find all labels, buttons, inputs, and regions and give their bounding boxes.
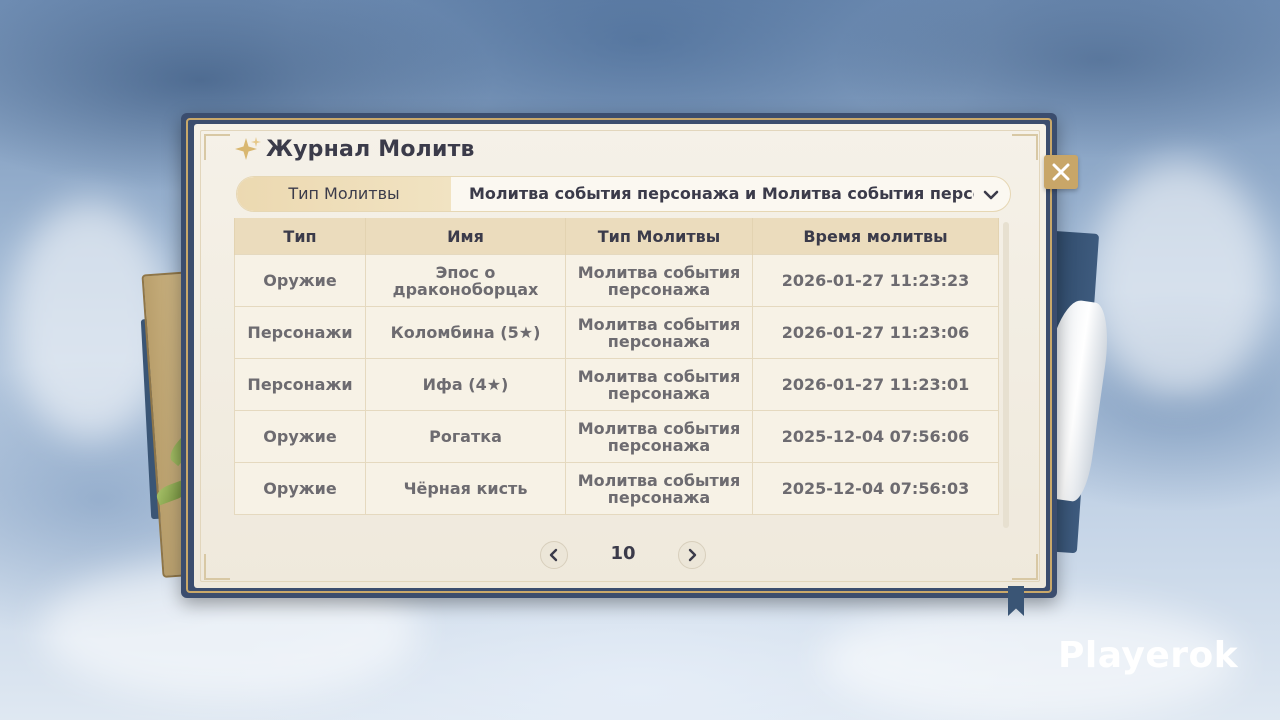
wish-history-table: Тип Имя Тип Молитвы Время молитвы Оружие…: [234, 218, 999, 515]
filter-selected-value[interactable]: Молитва события персонажа и Молитва собы…: [469, 177, 974, 211]
corner-ornament: [204, 554, 230, 580]
close-button[interactable]: [1044, 155, 1078, 189]
cell-time: 2025-12-04 07:56:06: [752, 410, 999, 463]
table-row: Оружие Чёрная кисть Молитва события перс…: [234, 462, 999, 515]
corner-ornament: [1012, 554, 1038, 580]
page-title: Журнал Молитв: [266, 137, 475, 162]
cell-type: Оружие: [234, 462, 366, 515]
chevron-right-icon: [688, 548, 697, 562]
close-icon: [1052, 163, 1070, 181]
chevron-left-icon: [549, 548, 558, 562]
corner-ornament: [1012, 134, 1038, 160]
cell-wish-type: Молитва события персонажа: [565, 410, 753, 463]
column-header-wish-type: Тип Молитвы: [565, 218, 753, 255]
cell-wish-type: Молитва события персонажа: [565, 358, 753, 411]
next-page-button[interactable]: [678, 541, 706, 569]
cell-name: Эпос о драконоборцах: [365, 254, 566, 307]
table-row: Персонажи Ифа (4★) Молитва события персо…: [234, 358, 999, 411]
sparkle-icon: [235, 137, 261, 160]
cell-name: Ифа (4★): [365, 358, 566, 411]
cell-wish-type: Молитва события персонажа: [565, 306, 753, 359]
cell-type: Персонажи: [234, 306, 366, 359]
column-header-time: Время молитвы: [752, 218, 999, 255]
table-scrollbar[interactable]: [1003, 222, 1009, 528]
wish-type-filter[interactable]: Тип Молитвы Молитва события персонажа и …: [236, 176, 1011, 212]
cell-name: Коломбина (5★): [365, 306, 566, 359]
cell-time: 2026-01-27 11:23:01: [752, 358, 999, 411]
page-number: 10: [610, 543, 636, 564]
cell-type: Персонажи: [234, 358, 366, 411]
table-row: Оружие Эпос о драконоборцах Молитва собы…: [234, 254, 999, 307]
watermark: Playerok: [1058, 635, 1239, 676]
prev-page-button[interactable]: [540, 541, 568, 569]
corner-ornament: [204, 134, 230, 160]
cloud: [1090, 160, 1270, 400]
cell-time: 2026-01-27 11:23:23: [752, 254, 999, 307]
chevron-down-icon[interactable]: [982, 186, 1000, 204]
cell-name: Чёрная кисть: [365, 462, 566, 515]
table-row: Оружие Рогатка Молитва события персонажа…: [234, 410, 999, 463]
table-header-row: Тип Имя Тип Молитвы Время молитвы: [234, 218, 999, 255]
cell-type: Оружие: [234, 254, 366, 307]
cell-name: Рогатка: [365, 410, 566, 463]
cell-time: 2026-01-27 11:23:06: [752, 306, 999, 359]
column-header-type: Тип: [234, 218, 366, 255]
cell-time: 2025-12-04 07:56:03: [752, 462, 999, 515]
table-row: Персонажи Коломбина (5★) Молитва события…: [234, 306, 999, 359]
cell-wish-type: Молитва события персонажа: [565, 254, 753, 307]
cell-type: Оружие: [234, 410, 366, 463]
cell-wish-type: Молитва события персонажа: [565, 462, 753, 515]
column-header-name: Имя: [365, 218, 566, 255]
filter-label: Тип Молитвы: [237, 177, 451, 211]
